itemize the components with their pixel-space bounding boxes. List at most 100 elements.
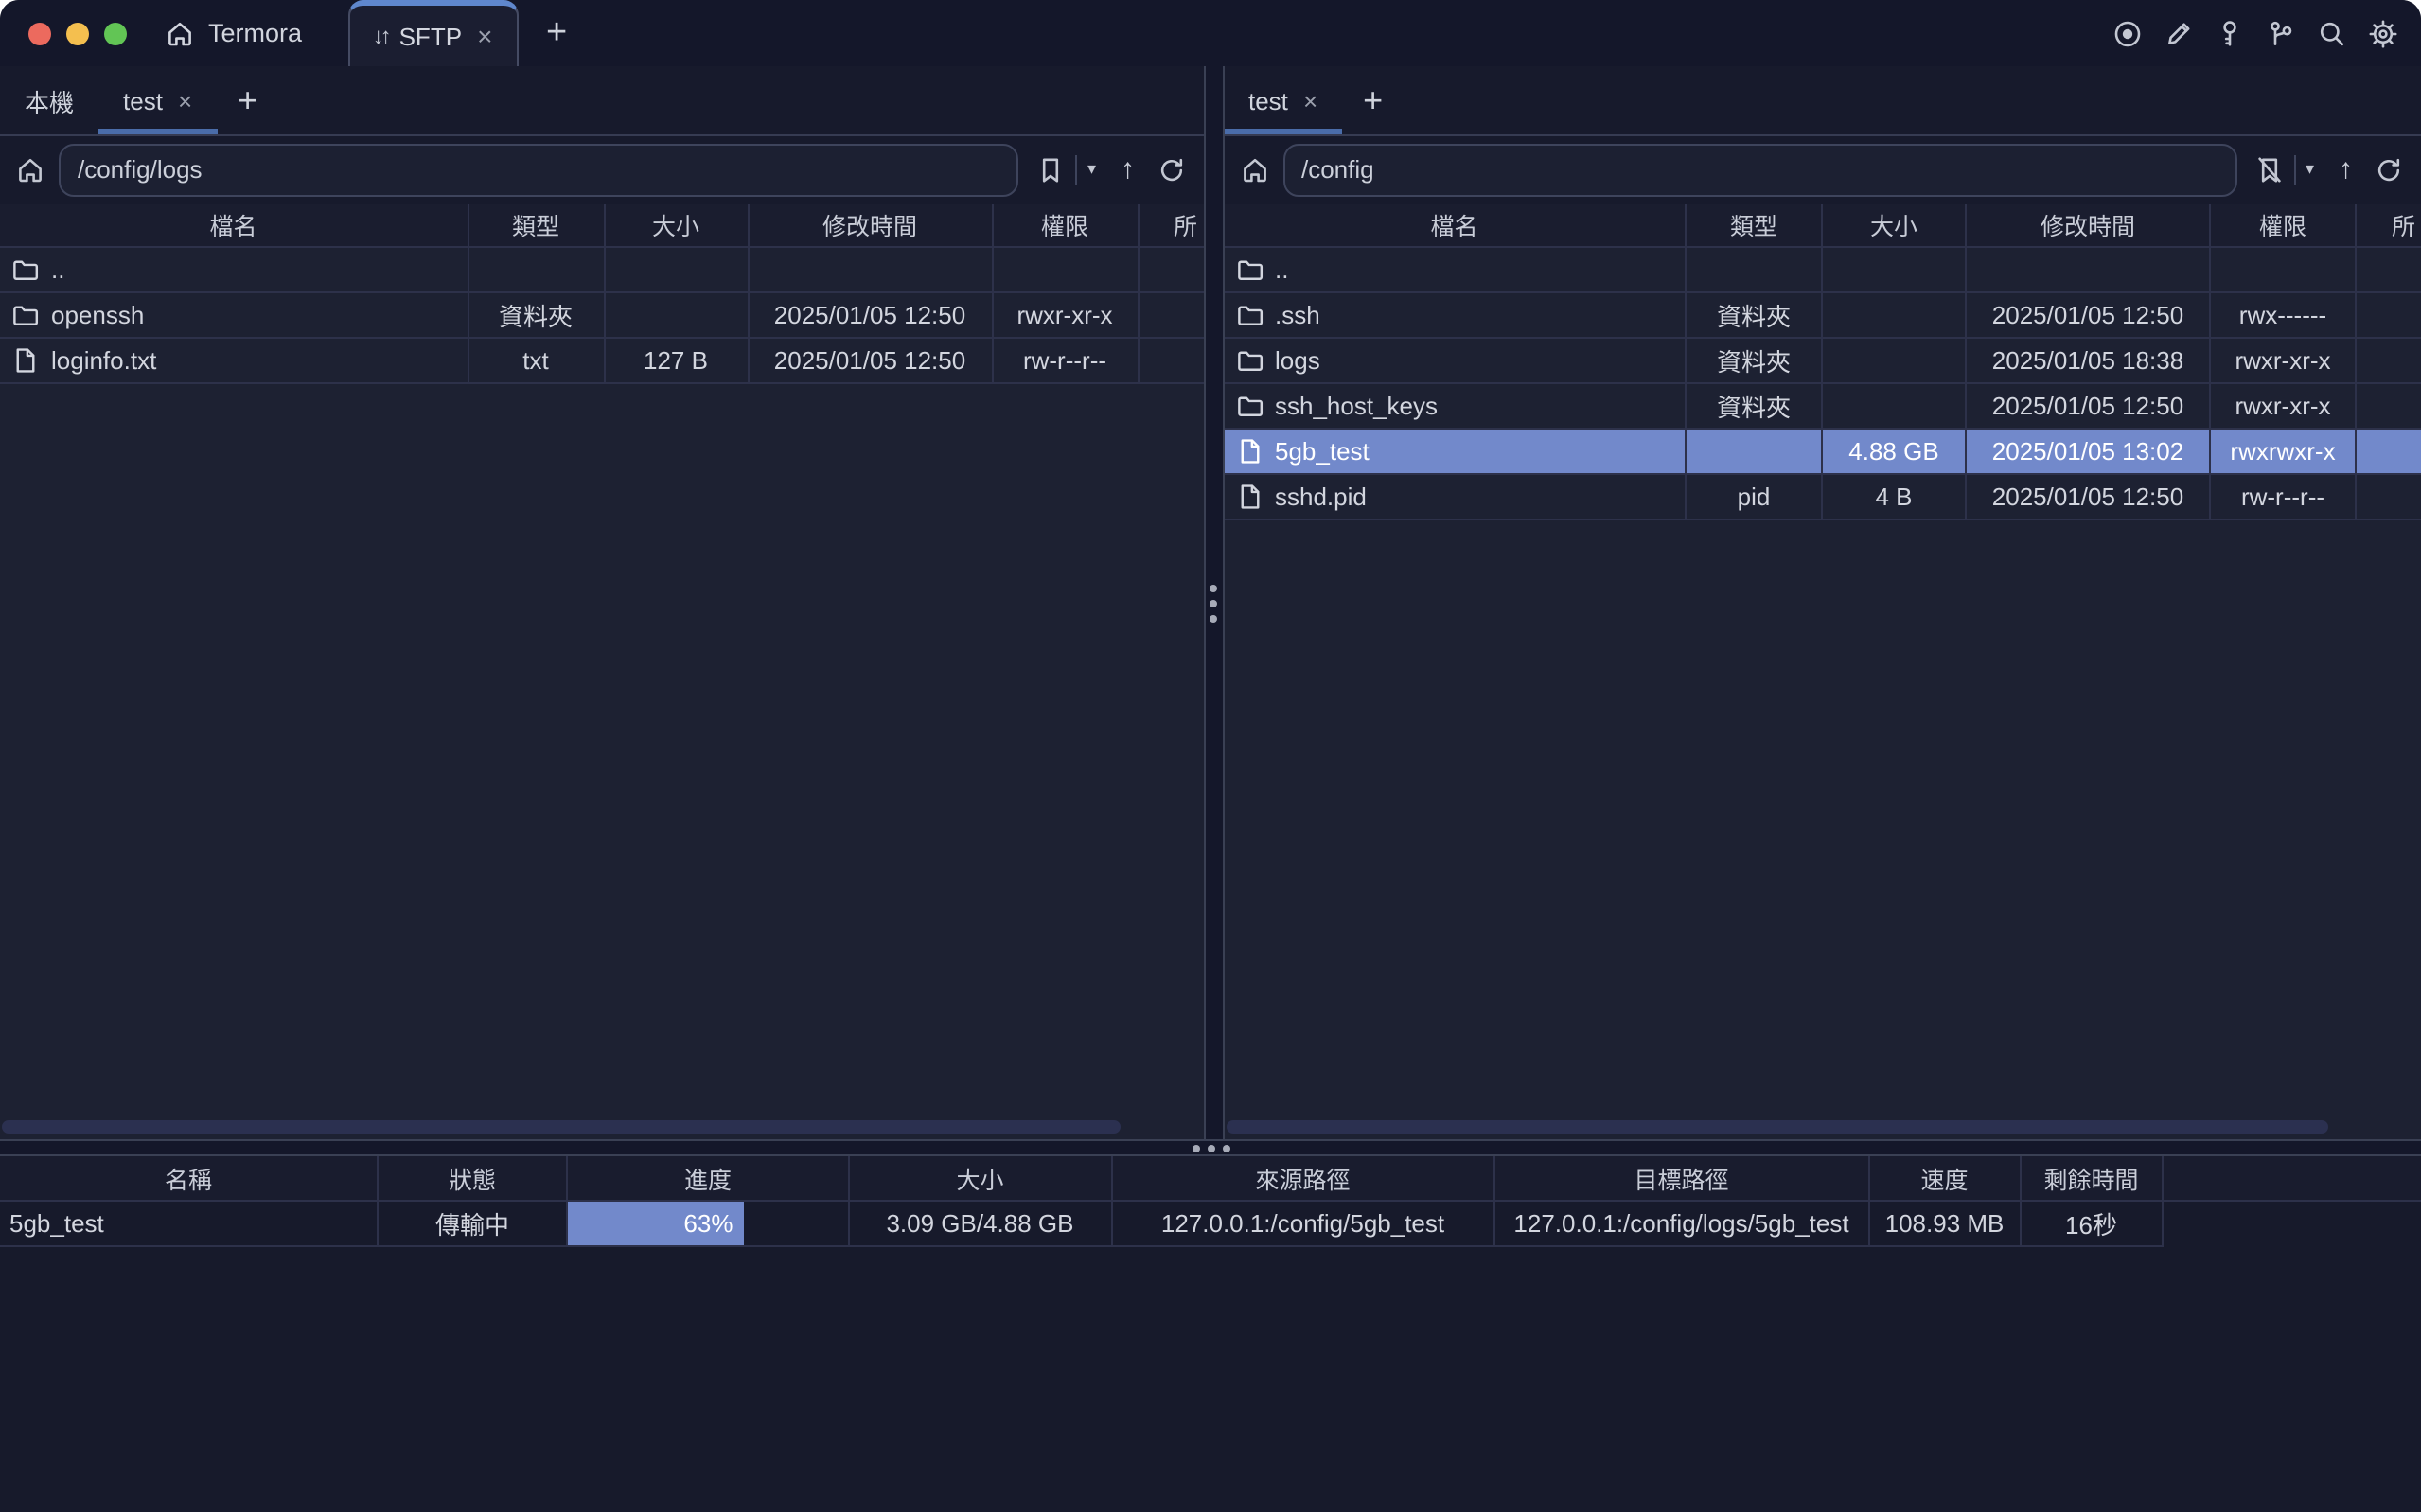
bookmark-icon[interactable]: [1036, 155, 1067, 185]
progress-bar: 63%: [568, 1202, 744, 1245]
column-header-transfer-size[interactable]: 大小: [850, 1156, 1112, 1200]
chevron-down-icon[interactable]: ▾: [2306, 160, 2314, 181]
file-owner-cell: [1139, 293, 1203, 337]
file-perm-cell: rwxr-xr-x: [993, 293, 1139, 337]
file-name-cell: openssh: [0, 293, 468, 337]
file-icon: [11, 346, 40, 375]
file-row[interactable]: openssh資料夾2025/01/05 12:50rwxr-xr-x: [0, 293, 1203, 339]
file-mtime-cell: 2025/01/05 12:50: [1967, 384, 2211, 428]
record-icon[interactable]: [2112, 18, 2143, 48]
transfer-arrows-icon: ↓↑: [373, 23, 388, 49]
bookmark-slash-icon[interactable]: [2254, 155, 2285, 185]
transfer-progress-cell: 63%: [568, 1202, 850, 1247]
up-directory-button[interactable]: ↑: [1113, 154, 1142, 186]
file-row[interactable]: 5gb_test4.88 GB2025/01/05 13:02rwxrwxr-x: [1224, 430, 2421, 475]
file-name-label: ..: [51, 255, 64, 284]
tab-local[interactable]: 本機: [0, 66, 98, 134]
file-row[interactable]: ..: [0, 248, 1203, 293]
column-header-name[interactable]: 檔名: [1224, 203, 1687, 246]
tab-test-left[interactable]: test ×: [98, 66, 217, 134]
column-header-perm[interactable]: 權限: [2211, 203, 2357, 246]
chevron-down-icon[interactable]: ▾: [1087, 160, 1096, 181]
transfer-name-cell: 5gb_test: [0, 1202, 379, 1247]
tab-sftp[interactable]: ↓↑ SFTP ×: [347, 0, 518, 66]
right-table-header: 檔名 類型 大小 修改時間 權限 所: [1224, 203, 2421, 248]
right-bookmark-split-button[interactable]: ▾: [2251, 155, 2318, 185]
column-header-name[interactable]: 檔名: [0, 203, 468, 246]
column-header-mtime[interactable]: 修改時間: [749, 203, 993, 246]
new-right-tab-button[interactable]: +: [1342, 66, 1404, 134]
settings-icon[interactable]: [2368, 18, 2398, 48]
home-icon[interactable]: [1239, 155, 1269, 185]
app-home-tab[interactable]: Termora: [157, 0, 347, 66]
column-header-target-path[interactable]: 目標路徑: [1495, 1156, 1869, 1200]
titlebar-toolbar: [2112, 0, 2421, 66]
column-header-owner[interactable]: 所: [2357, 203, 2421, 246]
file-type-cell: [1687, 430, 1823, 473]
file-name-cell: logs: [1224, 339, 1687, 382]
branch-icon[interactable]: [2266, 18, 2296, 48]
tab-close-icon[interactable]: ×: [1303, 86, 1317, 114]
tab-close-icon[interactable]: ×: [477, 21, 492, 51]
left-bookmark-split-button[interactable]: ▾: [1033, 155, 1100, 185]
column-header-progress[interactable]: 進度: [568, 1156, 850, 1200]
column-header-remaining-time[interactable]: 剩餘時間: [2022, 1156, 2163, 1200]
home-icon[interactable]: [15, 155, 45, 185]
transfer-speed-cell: 108.93 MB: [1869, 1202, 2022, 1247]
column-header-owner[interactable]: 所: [1139, 203, 1203, 246]
column-header-transfer-name[interactable]: 名稱: [0, 1156, 379, 1200]
new-main-tab-button[interactable]: +: [546, 15, 567, 51]
right-file-table: 檔名 類型 大小 修改時間 權限 所 ...ssh資料夾2025/01/05 1…: [1224, 203, 2421, 1139]
file-owner-cell: [1139, 339, 1203, 382]
close-window-button[interactable]: [28, 22, 51, 44]
screen: Termora ↓↑ SFTP × + 本機 test: [0, 0, 2421, 1512]
pane-divider[interactable]: [1203, 66, 1224, 1139]
file-type-cell: 資料夾: [1687, 384, 1823, 428]
tab-close-icon[interactable]: ×: [178, 86, 192, 114]
file-row[interactable]: logs資料夾2025/01/05 18:38rwxr-xr-x: [1224, 339, 2421, 384]
transfer-row[interactable]: 5gb_test 傳輸中 63% 3.09 GB/4.88 GB 127.0.0…: [0, 1202, 2421, 1247]
column-header-source-path[interactable]: 來源路徑: [1112, 1156, 1495, 1200]
file-row[interactable]: ..: [1224, 248, 2421, 293]
file-name-label: .ssh: [1275, 301, 1320, 329]
file-row[interactable]: ssh_host_keys資料夾2025/01/05 12:50rwxr-xr-…: [1224, 384, 2421, 430]
file-perm-cell: rwxr-xr-x: [2211, 384, 2357, 428]
file-row[interactable]: sshd.pidpid4 B2025/01/05 12:50rw-r--r--: [1224, 475, 2421, 520]
column-header-speed[interactable]: 速度: [1869, 1156, 2022, 1200]
folder-icon: [1235, 392, 1264, 420]
refresh-icon[interactable]: [2374, 155, 2404, 185]
key-icon[interactable]: [2215, 18, 2245, 48]
zoom-window-button[interactable]: [104, 22, 127, 44]
titlebar: Termora ↓↑ SFTP × +: [0, 0, 2421, 66]
divider-drag-handle-icon[interactable]: [1192, 1144, 1229, 1152]
right-horizontal-scrollbar[interactable]: [1226, 1120, 2327, 1134]
left-horizontal-scrollbar[interactable]: [2, 1120, 1121, 1134]
column-header-status[interactable]: 狀態: [379, 1156, 568, 1200]
column-header-size[interactable]: 大小: [1823, 203, 1967, 246]
file-icon: [1235, 483, 1264, 511]
column-header-type[interactable]: 類型: [1687, 203, 1823, 246]
divider-drag-handle-icon[interactable]: [1210, 584, 1217, 622]
right-path-input[interactable]: /config: [1282, 144, 2237, 197]
folder-icon: [11, 255, 40, 284]
file-row[interactable]: .ssh資料夾2025/01/05 12:50rwx------: [1224, 293, 2421, 339]
search-icon[interactable]: [2317, 18, 2347, 48]
transfer-panel-divider[interactable]: [0, 1139, 2421, 1156]
column-header-perm[interactable]: 權限: [993, 203, 1139, 246]
tab-test-right[interactable]: test ×: [1224, 66, 1342, 134]
column-header-type[interactable]: 類型: [468, 203, 605, 246]
file-perm-cell: [993, 248, 1139, 291]
folder-icon: [1235, 255, 1264, 284]
minimize-window-button[interactable]: [66, 22, 89, 44]
left-pane-tabs: 本機 test × +: [0, 66, 1203, 136]
transfer-table-header: 名稱 狀態 進度 大小 來源路徑 目標路徑 速度 剩餘時間: [0, 1156, 2421, 1202]
refresh-icon[interactable]: [1156, 155, 1186, 185]
left-path-input[interactable]: /config/logs: [59, 144, 1019, 197]
up-directory-button[interactable]: ↑: [2331, 154, 2360, 186]
app-title: Termora: [208, 19, 302, 47]
column-header-size[interactable]: 大小: [605, 203, 749, 246]
file-row[interactable]: loginfo.txttxt127 B2025/01/05 12:50rw-r-…: [0, 339, 1203, 384]
edit-icon[interactable]: [2164, 18, 2194, 48]
column-header-mtime[interactable]: 修改時間: [1967, 203, 2211, 246]
new-left-tab-button[interactable]: +: [217, 66, 278, 134]
